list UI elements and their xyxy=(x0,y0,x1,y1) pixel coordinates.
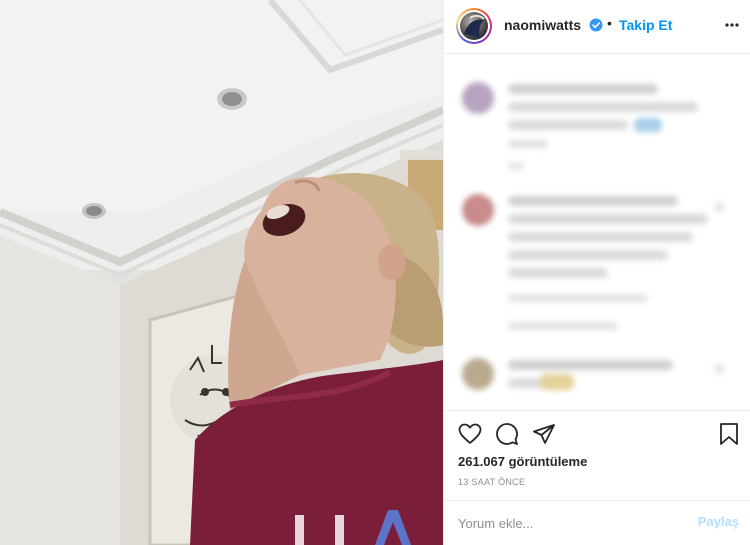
follow-button[interactable]: Takip Et xyxy=(619,17,672,33)
paper-plane-icon[interactable] xyxy=(532,422,556,446)
bookmark-icon[interactable] xyxy=(718,422,740,446)
share-comment-button[interactable]: Paylaş xyxy=(698,514,739,529)
view-count[interactable]: 261.067 görüntüleme xyxy=(458,454,587,469)
comment-input[interactable] xyxy=(458,513,678,533)
post-timestamp[interactable]: 13 SAAT ÖNCE xyxy=(458,477,525,487)
video-frame xyxy=(0,0,443,545)
username[interactable]: naomiwatts xyxy=(504,17,581,33)
avatar[interactable] xyxy=(456,8,492,44)
more-options-icon[interactable] xyxy=(724,15,740,35)
add-comment-bar: Paylaş xyxy=(444,500,750,545)
avatar-image xyxy=(460,12,488,40)
post-sidebar: naomiwatts • Takip Et 261.067 görüntülem… xyxy=(443,0,750,545)
separator-dot: • xyxy=(607,15,612,31)
post-actions: 261.067 görüntüleme 13 SAAT ÖNCE xyxy=(444,410,750,500)
heart-icon[interactable] xyxy=(458,423,482,445)
verified-badge-icon xyxy=(589,18,603,32)
comment-icon[interactable] xyxy=(495,422,519,446)
post-header: naomiwatts • Takip Et xyxy=(444,0,750,54)
comments-list[interactable] xyxy=(444,54,750,410)
post-video[interactable] xyxy=(0,0,443,545)
